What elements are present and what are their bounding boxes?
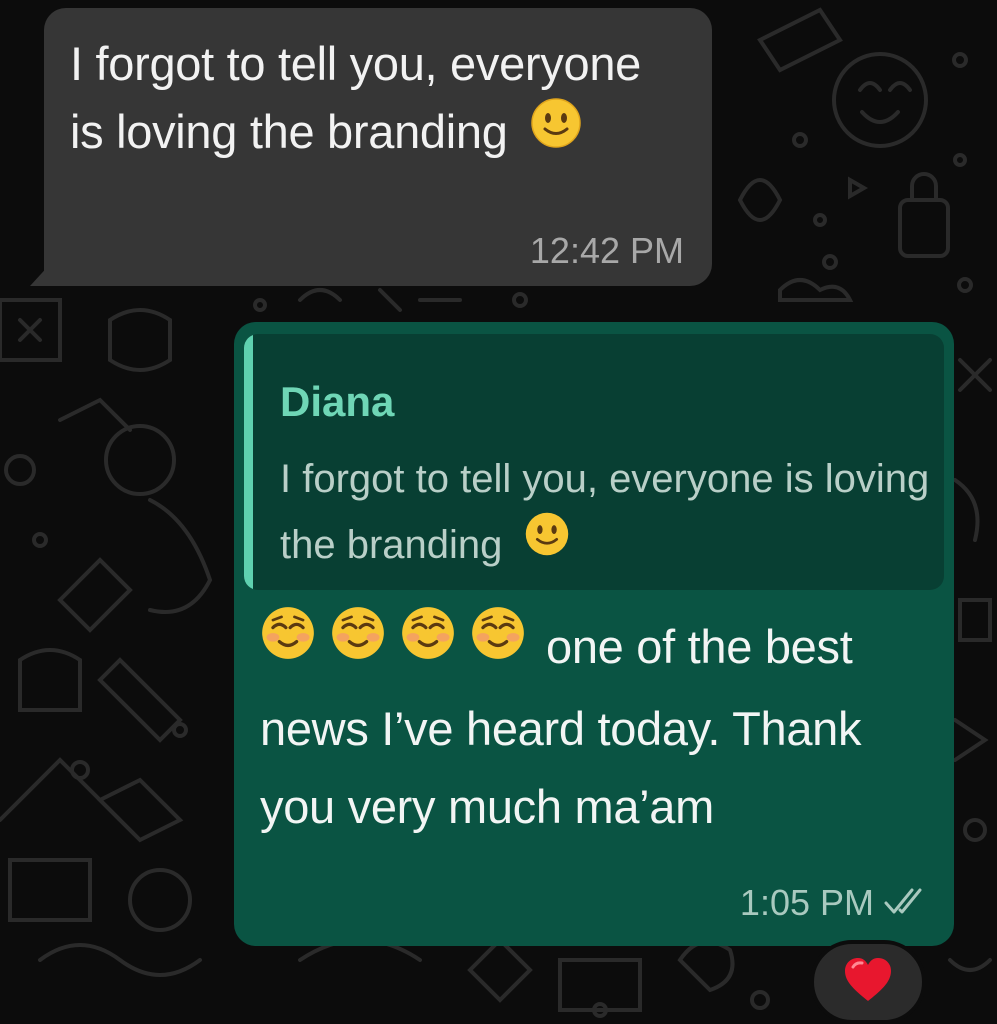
outgoing-timestamp: 1:05 PM <box>739 882 874 923</box>
double-check-icon <box>882 886 932 921</box>
smiling-face-emoji <box>260 605 316 684</box>
quote-body: I forgot to tell you, everyone is loving… <box>280 457 930 567</box>
chat-screen: I forgot to tell you, everyone is loving… <box>0 0 997 1024</box>
quote-accent-bar <box>244 334 253 590</box>
slightly-smiling-face-emoji <box>530 97 582 167</box>
quote-text: I forgot to tell you, everyone is loving… <box>280 446 930 580</box>
slightly-smiling-face-emoji <box>524 511 570 577</box>
red-heart-icon <box>843 957 893 1008</box>
smiling-face-emoji <box>400 605 456 684</box>
quoted-reply[interactable]: Diana I forgot to tell you, everyone is … <box>244 334 944 590</box>
outgoing-message-bubble[interactable]: Diana I forgot to tell you, everyone is … <box>234 322 954 946</box>
incoming-timestamp: 12:42 PM <box>529 230 684 271</box>
outgoing-meta: 1:05 PM <box>740 882 932 924</box>
smiling-face-emoji <box>330 605 386 684</box>
incoming-message-text: I forgot to tell you, everyone is loving… <box>70 30 670 171</box>
message-reaction[interactable] <box>810 940 926 1024</box>
smiling-face-emoji <box>470 605 526 684</box>
quote-author: Diana <box>280 378 395 425</box>
outgoing-message-text: one of the best news I’ve heard today. T… <box>260 605 900 846</box>
incoming-message-bubble[interactable]: I forgot to tell you, everyone is loving… <box>44 8 712 286</box>
